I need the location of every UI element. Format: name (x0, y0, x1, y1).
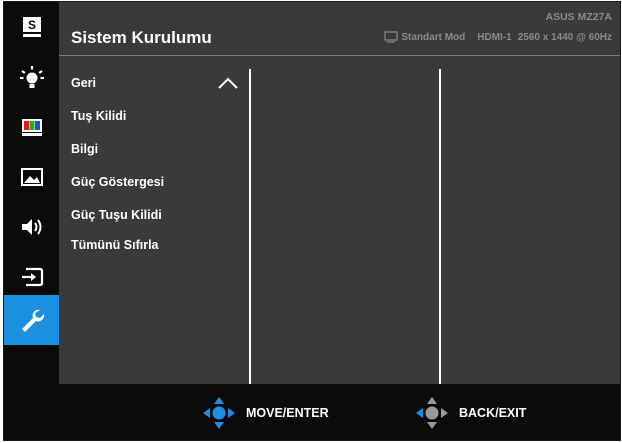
back-exit-label: BACK/EXIT (459, 406, 527, 420)
wrench-icon (21, 309, 44, 332)
sidebar-item-blue-light[interactable] (4, 52, 59, 102)
model-name: ASUS MZ27A (545, 11, 612, 23)
menu-item-key-lock[interactable]: Tuş Kilidi (71, 109, 126, 123)
main-panel: Sistem Kurulumu ASUS MZ27A Standart Mod … (59, 2, 620, 384)
move-enter-hint[interactable]: MOVE/ENTER (200, 384, 329, 440)
sidebar-item-color[interactable] (4, 102, 59, 152)
mode-label: Standart Mod (401, 31, 466, 43)
chevron-up-icon[interactable] (217, 76, 239, 90)
osd-window: S Sistem Kurulumu ASUS MZ27A Standart Mo… (3, 1, 621, 441)
input-select-icon (21, 267, 43, 287)
status-bar: Standart Mod HDMI-1 2560 x 1440 @ 60Hz (384, 31, 612, 43)
sidebar-item-sound[interactable] (4, 202, 59, 252)
svg-text:S: S (27, 18, 35, 32)
color-icon (21, 119, 42, 136)
sidebar-item-system-setup[interactable] (4, 295, 59, 345)
sidebar-item-image[interactable] (4, 152, 59, 202)
resolution: 2560 x 1440 @ 60Hz (517, 31, 612, 43)
back-exit-hint[interactable]: BACK/EXIT (413, 384, 527, 440)
menu-item-power-key-lock[interactable]: Güç Tuşu Kilidi (71, 208, 162, 222)
move-enter-label: MOVE/ENTER (246, 406, 329, 420)
menu-item-reset-all[interactable]: Tümünü Sıfırla (71, 238, 159, 252)
mode-indicator: Standart Mod (384, 31, 465, 43)
sound-icon (21, 219, 41, 235)
splendid-s-icon: S (22, 17, 41, 37)
joystick-move-icon (203, 397, 235, 429)
image-icon (20, 168, 43, 186)
footer-hints: MOVE/ENTER BACK/EXIT (4, 384, 620, 440)
input-source: HDMI-1 (477, 31, 512, 43)
sidebar: S (4, 2, 59, 384)
monitor-icon (384, 31, 398, 43)
header-divider (59, 55, 620, 56)
joystick-back-icon (416, 397, 448, 429)
menu-item-power-indicator[interactable]: Güç Göstergesi (71, 175, 164, 189)
sidebar-item-splendid[interactable]: S (4, 2, 59, 52)
menu-item-info[interactable]: Bilgi (71, 142, 98, 156)
page-title: Sistem Kurulumu (71, 28, 212, 47)
blue-light-icon (19, 66, 44, 88)
menu-item-back[interactable]: Geri (71, 76, 96, 90)
column-divider-2 (439, 69, 441, 384)
column-divider-1 (249, 69, 251, 384)
